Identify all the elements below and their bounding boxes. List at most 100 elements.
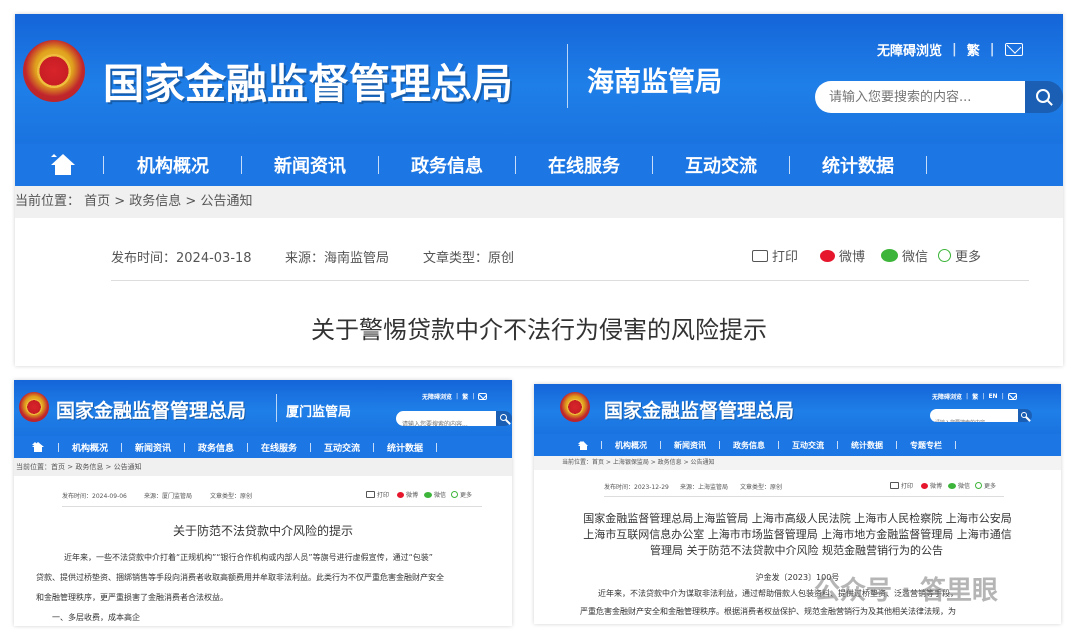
nav-divider [955,441,956,449]
accessibility-link[interactable]: 无障碍浏览 [422,392,452,401]
article-type: 文章类型：原创 [210,493,253,500]
plus-icon[interactable] [975,482,983,489]
nav-item-news[interactable]: 新闻资讯 [256,152,364,178]
article-paragraph: 严重危害金融财产安全和金融管理秩序。根据消费者权益保护、规范金融营销行为及其他相… [580,607,956,616]
search-box[interactable] [930,409,1018,422]
more-link[interactable]: 更多 [984,481,996,490]
nav-item-interaction[interactable]: 互动交流 [317,441,367,454]
breadcrumb: 当前位置： 首页 > 政务信息 > 公告通知 [15,186,1063,218]
nav-item-interaction[interactable]: 互动交流 [667,152,775,178]
nav-item-interaction[interactable]: 互动交流 [783,440,833,451]
article-title: 关于防范不法贷款中介风险的提示 [172,524,353,538]
search-icon [1021,412,1027,418]
nav-divider [378,156,379,174]
print-icon[interactable] [366,491,375,498]
print-icon[interactable] [752,249,768,262]
nav-item-about[interactable]: 机构概况 [119,152,227,178]
weibo-link[interactable]: 微博 [839,246,865,265]
article-title-line: 上海市互联网信息办公室 上海市市场监督管理局 上海市地方金融监督管理局 上海市通… [583,528,1012,541]
wechat-icon[interactable] [948,482,957,489]
nav-divider [652,156,653,174]
wechat-link[interactable]: 微信 [902,246,928,265]
nav-item-news[interactable]: 新闻资讯 [665,440,715,451]
national-emblem-logo [23,40,85,102]
nav-item-special-topics[interactable]: 专题专栏 [901,440,951,451]
weibo-link[interactable]: 微博 [406,490,418,499]
nav-divider [896,441,897,449]
wechat-link[interactable]: 微信 [434,490,446,499]
wechat-icon[interactable] [881,249,899,262]
weibo-icon[interactable] [921,482,929,489]
search-box[interactable] [396,411,496,426]
plus-icon[interactable] [451,491,459,498]
print-link[interactable]: 打印 [772,246,798,265]
nav-divider [515,156,516,174]
nav-divider [310,442,311,452]
print-icon[interactable] [890,482,899,489]
weibo-icon[interactable] [397,491,405,498]
accessibility-link[interactable]: 无障碍浏览 [877,40,942,59]
accessibility-link[interactable]: 无障碍浏览 [932,392,962,401]
nav-item-government-info[interactable]: 政务信息 [724,440,774,451]
search-button[interactable] [496,411,512,426]
site-title: 国家金融监督管理总局 [103,60,513,108]
search-button[interactable] [1025,81,1063,113]
wechat-icon[interactable] [424,491,433,498]
article-type: 文章类型：原创 [740,484,783,491]
nav-item-online-service[interactable]: 在线服务 [530,152,638,178]
home-icon[interactable] [51,154,75,176]
tool-divider: | [456,393,459,400]
article-paragraph: 贷款、提供过桥垫资、捆绑销售等手段向消费者收取高额费用并牟取非法利益。此类行为不… [36,573,444,582]
nav-item-news[interactable]: 新闻资讯 [128,441,178,454]
mail-icon[interactable] [478,393,488,400]
nav-item-statistics[interactable]: 统计数据 [842,440,892,451]
traditional-chinese-link[interactable]: 繁 [462,392,468,401]
site-header: 国家金融监督管理总局 厦门监管局 无障碍浏览 | 繁 | [14,380,512,436]
home-icon[interactable] [32,442,44,452]
watermark: 公众号 · 答里眼 [814,576,998,606]
title-divider [276,394,277,422]
national-emblem-logo [560,392,590,422]
nav-divider [373,442,374,452]
tool-divider: | [982,393,985,400]
nav-divider [601,441,602,449]
nav-item-statistics[interactable]: 统计数据 [380,441,430,454]
search-box[interactable] [815,81,1025,113]
weibo-link[interactable]: 微博 [930,481,942,490]
search-button[interactable] [1018,409,1032,422]
nav-item-about[interactable]: 机构概况 [606,440,656,451]
mail-icon[interactable] [1004,43,1023,56]
nav-item-government-info[interactable]: 政务信息 [393,152,501,178]
nav-divider [58,442,59,452]
article-paragraph: 近年来，一些不法贷款中介打着“正规机构”“银行合作机构或内部人员”等旗号进行虚假… [64,553,433,562]
more-link[interactable]: 更多 [460,490,472,499]
traditional-chinese-link[interactable]: 繁 [967,40,980,59]
divider-line [111,280,1029,281]
english-link[interactable]: EN [988,393,997,400]
more-link[interactable]: 更多 [955,246,981,265]
search-icon [1036,89,1050,103]
nav-item-government-info[interactable]: 政务信息 [191,441,241,454]
tool-divider: | [989,42,995,57]
header-tools: 无障碍浏览 | 繁 | [877,40,1023,59]
search-input[interactable] [815,81,1025,113]
home-icon[interactable] [578,440,589,450]
nav-item-online-service[interactable]: 在线服务 [254,441,304,454]
publish-date: 发布时间：2024-09-06 [62,493,127,500]
nav-divider [241,156,242,174]
nav-divider [926,156,927,174]
nav-divider [121,442,122,452]
search-input[interactable] [396,417,496,426]
weibo-icon[interactable] [820,249,836,262]
mail-icon[interactable] [1007,393,1017,400]
plus-icon[interactable] [938,249,952,262]
print-link[interactable]: 打印 [901,481,913,490]
branch-name: 厦门监管局 [286,405,352,420]
traditional-chinese-link[interactable]: 繁 [972,392,978,401]
print-link[interactable]: 打印 [377,490,389,499]
search-input[interactable] [930,416,1018,422]
wechat-link[interactable]: 微信 [958,481,970,490]
nav-item-about[interactable]: 机构概况 [65,441,115,454]
article-type: 文章类型：原创 [423,251,515,266]
nav-item-statistics[interactable]: 统计数据 [804,152,912,178]
